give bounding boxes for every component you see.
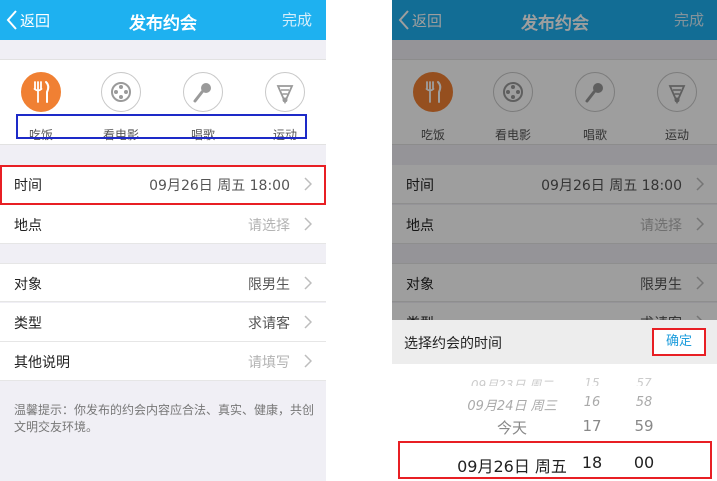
- picker-date: 今天: [496, 419, 527, 437]
- modal-backdrop[interactable]: [392, 0, 717, 320]
- picker-row[interactable]: 09月23日 周二 15 57: [392, 376, 717, 386]
- chevron-right-icon: [304, 315, 312, 329]
- notes-row[interactable]: 其他说明 请填写: [0, 342, 326, 381]
- shuttlecock-icon: [273, 80, 297, 104]
- notes-label: 其他说明: [14, 355, 70, 371]
- right-screen: 返回 发布约会 完成 吃饭 看电影 唱歌 运动 时间 09月26日 周五 18:…: [392, 0, 717, 481]
- microphone-icon: [191, 80, 215, 104]
- picker-minute: 59: [634, 417, 654, 435]
- notes-value: 请填写: [248, 355, 290, 371]
- picker-hour: 16: [583, 395, 601, 410]
- chevron-right-icon: [304, 354, 312, 368]
- nav-bar: 返回 发布约会 完成: [0, 0, 326, 40]
- picker-minute: 57: [636, 376, 652, 386]
- type-row[interactable]: 类型 求请客: [0, 303, 326, 342]
- place-row[interactable]: 地点 请选择: [0, 205, 326, 244]
- category-sport-circle: [265, 72, 305, 112]
- fork-knife-icon: [29, 80, 53, 104]
- picker-hour: 15: [584, 376, 600, 386]
- film-reel-icon: [109, 80, 133, 104]
- time-row-highlight: [0, 165, 326, 205]
- confirm-button[interactable]: 确定: [652, 328, 706, 356]
- picker-header: 选择约会的时间 确定: [392, 320, 717, 364]
- page-title: 发布约会: [129, 14, 197, 34]
- picker-minute: 58: [635, 395, 653, 410]
- type-label: 类型: [14, 316, 42, 332]
- tip-text: 温馨提示：你发布的约会内容应合法、真实、健康，共创文明交友环境。: [14, 403, 315, 434]
- category-movie-circle: [101, 72, 141, 112]
- picker-date: 09月24日 周三: [467, 399, 557, 414]
- picker-title: 选择约会的时间: [404, 336, 502, 352]
- place-value: 请选择: [248, 218, 290, 234]
- category-sing-circle: [183, 72, 223, 112]
- place-label: 地点: [14, 218, 42, 234]
- type-value: 求请客: [248, 316, 290, 332]
- category-labels-highlight: [16, 114, 307, 139]
- target-label: 对象: [14, 277, 42, 293]
- left-screen: 返回 发布约会 完成 吃饭 看电影 唱歌 运动 时间 09月26日 周五 18:…: [0, 0, 326, 481]
- target-row[interactable]: 对象 限男生: [0, 263, 326, 302]
- category-meal-circle: [21, 72, 61, 112]
- target-value: 限男生: [248, 277, 290, 293]
- chevron-right-icon: [304, 276, 312, 290]
- selected-row-highlight: [398, 441, 712, 479]
- picker-hour: 17: [582, 417, 602, 435]
- picker-date: 09月23日 周二: [470, 378, 554, 386]
- datetime-picker[interactable]: 09月23日 周二 15 57 09月24日 周三 16 58 今天 17 59…: [392, 364, 717, 481]
- chevron-right-icon: [304, 217, 312, 231]
- done-button[interactable]: 完成: [282, 9, 312, 30]
